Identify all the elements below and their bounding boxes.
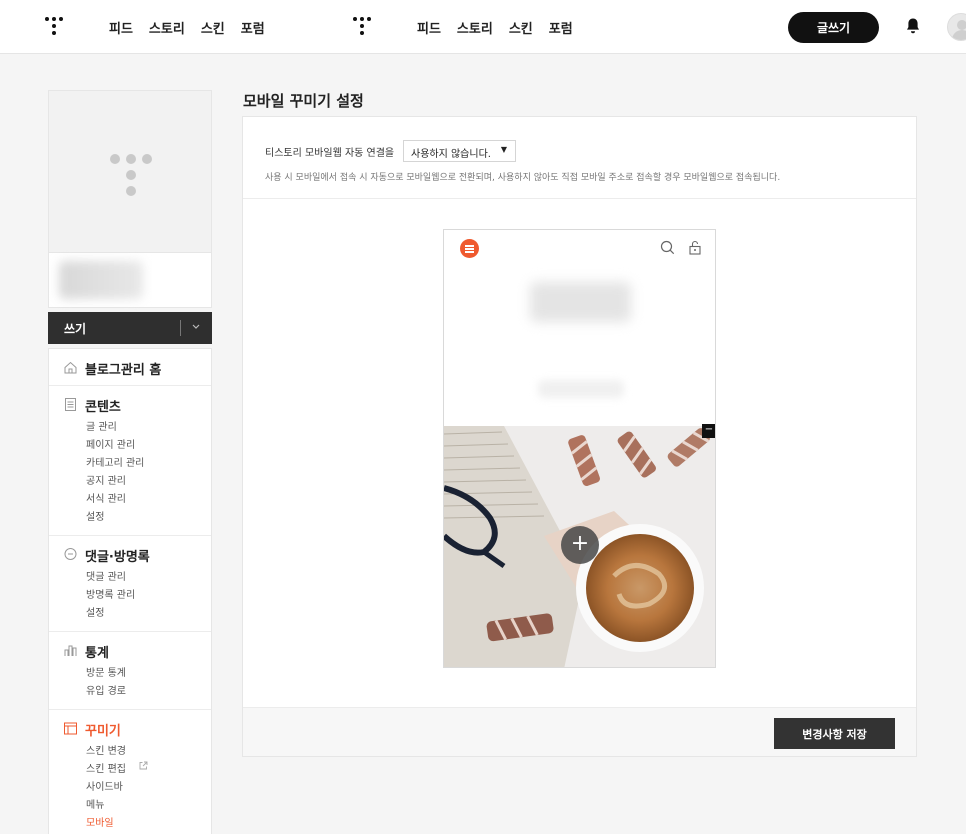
tistory-placeholder-icon [110,154,152,196]
mobile-settings-panel: 티스토리 모바일웹 자동 연결을 사용하지 않습니다. ▼ 사용 시 모바일에서… [242,116,917,757]
hamburger-menu-icon[interactable] [460,239,479,258]
menu-item-sidebar[interactable]: 사이드바 [86,778,123,793]
nav-skin[interactable]: 스킨 [201,18,225,37]
blog-name-area [48,253,212,308]
add-cover-image-button[interactable]: + [561,526,599,564]
menu-title-stats[interactable]: 통계 [85,642,109,661]
menu-section-customize: 꾸미기 스킨 변경 스킨 편집 사이드바 메뉴 모바일 [49,710,211,834]
write-dropdown-button[interactable]: 쓰기 [48,312,212,344]
nav-feed[interactable]: 피드 [417,18,441,37]
panel-footer: 변경사항 저장 [243,707,916,756]
mobile-autolink-description: 사용 시 모바일에서 접속 시 자동으로 모바일웹으로 전환되며, 사용하지 않… [265,173,781,183]
blog-profile-image[interactable] [48,90,212,253]
home-icon [64,361,77,374]
menu-item-menu[interactable]: 메뉴 [86,796,104,811]
search-icon[interactable] [660,240,675,255]
external-link-icon [139,761,148,770]
blog-subtitle-blurred [538,380,624,398]
menu-title-contents[interactable]: 콘텐츠 [85,396,121,415]
nav-feed[interactable]: 피드 [109,18,133,37]
mobile-autolink-label: 티스토리 모바일웹 자동 연결을 [265,148,395,159]
tistory-logo-icon[interactable] [352,16,374,38]
page-title: 모바일 꾸미기 설정 [243,92,364,110]
mobile-autolink-select[interactable]: 사용하지 않습니다. ▼ [403,140,516,162]
select-value: 사용하지 않습니다. [411,149,491,160]
admin-menu: 블로그관리 홈 콘텐츠 글 관리 페이지 관리 카테고리 관리 공지 관리 서식… [48,348,212,834]
stats-icon [64,645,77,656]
menu-title-home[interactable]: 블로그관리 홈 [85,359,161,378]
mobile-preview: − + [443,229,716,668]
chevron-down-icon[interactable] [189,318,203,336]
menu-item-mobile[interactable]: 모바일 [86,814,114,829]
nav-forum[interactable]: 포럼 [241,18,265,37]
layout-icon [64,722,77,735]
menu-item-template-manage[interactable]: 서식 관리 [86,490,126,505]
notification-bell-icon[interactable] [905,17,921,35]
document-icon [65,398,76,411]
menu-item-skin-edit[interactable]: 스킨 편집 [86,760,126,775]
user-avatar[interactable] [947,13,966,41]
menu-item-notice-manage[interactable]: 공지 관리 [86,472,126,487]
menu-item-visit-stats[interactable]: 방문 통계 [86,664,126,679]
collapse-button[interactable]: − [702,424,715,438]
menu-section-comments: 댓글·방명록 댓글 관리 방명록 관리 설정 [49,536,211,632]
menu-item-category-manage[interactable]: 카테고리 관리 [86,454,144,469]
comment-icon [64,548,77,560]
menu-item-page-manage[interactable]: 페이지 관리 [86,436,135,451]
write-post-button[interactable]: 글쓰기 [788,12,879,43]
unlock-icon[interactable] [688,240,702,255]
main-nav-duplicate: 피드 스토리 스킨 포럼 [417,18,573,37]
menu-item-referrer[interactable]: 유입 경로 [86,682,126,697]
menu-item-comment-settings[interactable]: 설정 [86,604,104,619]
menu-item-post-manage[interactable]: 글 관리 [86,418,117,433]
nav-story[interactable]: 스토리 [457,18,493,37]
menu-section-contents: 콘텐츠 글 관리 페이지 관리 카테고리 관리 공지 관리 서식 관리 설정 [49,386,211,536]
top-header: 피드 스토리 스킨 포럼 피드 스토리 스킨 포럼 글쓰기 [0,0,966,54]
save-changes-button[interactable]: 변경사항 저장 [774,718,895,749]
main-nav: 피드 스토리 스킨 포럼 [109,18,265,37]
menu-title-customize[interactable]: 꾸미기 [85,720,121,739]
divider [243,198,916,199]
write-label: 쓰기 [64,322,87,336]
dropdown-arrow-icon: ▼ [500,145,507,154]
menu-title-comments[interactable]: 댓글·방명록 [85,546,150,565]
menu-item-skin-change[interactable]: 스킨 변경 [86,742,126,757]
menu-section-home: 블로그관리 홈 [49,349,211,386]
menu-item-contents-settings[interactable]: 설정 [86,508,104,523]
menu-item-guestbook-manage[interactable]: 방명록 관리 [86,586,135,601]
nav-skin[interactable]: 스킨 [509,18,533,37]
blog-title-blurred [530,282,631,322]
menu-item-comment-manage[interactable]: 댓글 관리 [86,568,126,583]
tistory-logo-icon[interactable] [44,16,66,38]
nav-story[interactable]: 스토리 [149,18,185,37]
nav-forum[interactable]: 포럼 [549,18,573,37]
menu-section-stats: 통계 방문 통계 유입 경로 [49,632,211,710]
